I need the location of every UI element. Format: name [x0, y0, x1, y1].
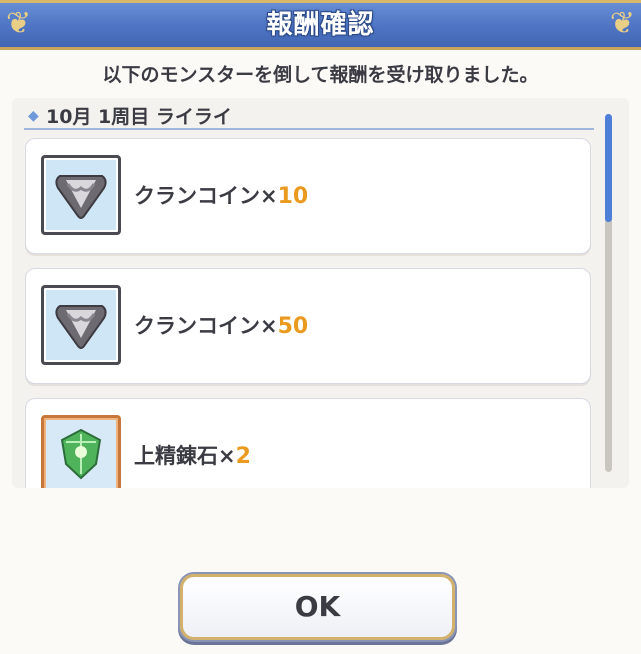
clan-coin-icon [41, 155, 121, 235]
section-header: ◆ 10月 1周目 ライライ [24, 102, 594, 130]
ok-button[interactable]: OK [180, 574, 455, 640]
reward-label: クランコイン×50 [134, 314, 309, 339]
clan-coin-icon [41, 285, 121, 365]
dialog-title: 報酬確認 [266, 10, 375, 40]
reward-item: 上精錬石×2 [25, 398, 591, 488]
reward-count: 50 [277, 314, 309, 339]
reward-dialog: ❦ 報酬確認 ❦ 以下のモンスターを倒して報酬を受け取りました。 ◆ 10月 1… [0, 0, 641, 654]
title-bar: ❦ 報酬確認 ❦ [0, 0, 641, 50]
reward-label: 上精錬石×2 [134, 444, 251, 469]
reward-count: 2 [235, 444, 251, 469]
dialog-message: 以下のモンスターを倒して報酬を受け取りました。 [102, 64, 539, 86]
reward-list[interactable]: ◆ 10月 1周目 ライライ クランコイン×10 クランコイン×50 上精錬石×… [12, 98, 629, 488]
reward-item: クランコイン×50 [25, 268, 591, 384]
scrollbar-thumb[interactable] [605, 114, 612, 222]
ok-button-label: OK [294, 590, 341, 623]
reward-item: クランコイン×10 [25, 138, 591, 254]
refining-stone-icon [41, 415, 121, 488]
diamond-icon: ◆ [28, 108, 39, 124]
reward-count: 10 [277, 184, 309, 209]
ornament-right-icon: ❦ [609, 6, 635, 41]
section-title: 10月 1周目 ライライ [46, 106, 232, 128]
reward-label: クランコイン×10 [134, 184, 309, 209]
